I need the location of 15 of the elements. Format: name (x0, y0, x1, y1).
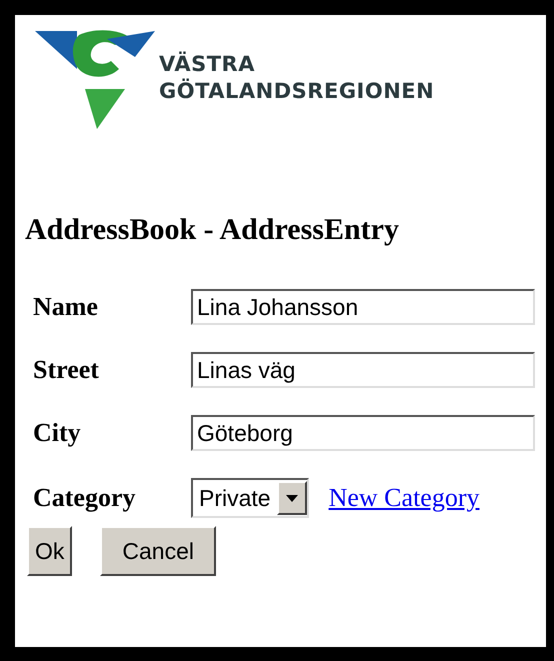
new-category-link[interactable]: New Category (328, 483, 480, 513)
page-heading: AddressBook - AddressEntry (25, 213, 400, 247)
field-label: Category (33, 483, 137, 513)
field-label: City (33, 418, 82, 448)
logo-text: VÄSTRA (159, 51, 256, 78)
field-label: Street (33, 355, 100, 385)
category-dropdown[interactable]: Private (191, 478, 309, 518)
field-label: Name (33, 292, 99, 322)
ok-button[interactable]: Ok (27, 526, 72, 576)
text-field[interactable]: Lina Johansson (191, 289, 535, 325)
text-field[interactable]: Linas väg (191, 352, 535, 388)
dropdown-arrow-icon (286, 494, 298, 502)
text-field[interactable]: Göteborg (191, 415, 535, 451)
cancel-button[interactable]: Cancel (100, 526, 216, 576)
logo-text: GÖTALANDSREGIONEN (159, 78, 434, 105)
